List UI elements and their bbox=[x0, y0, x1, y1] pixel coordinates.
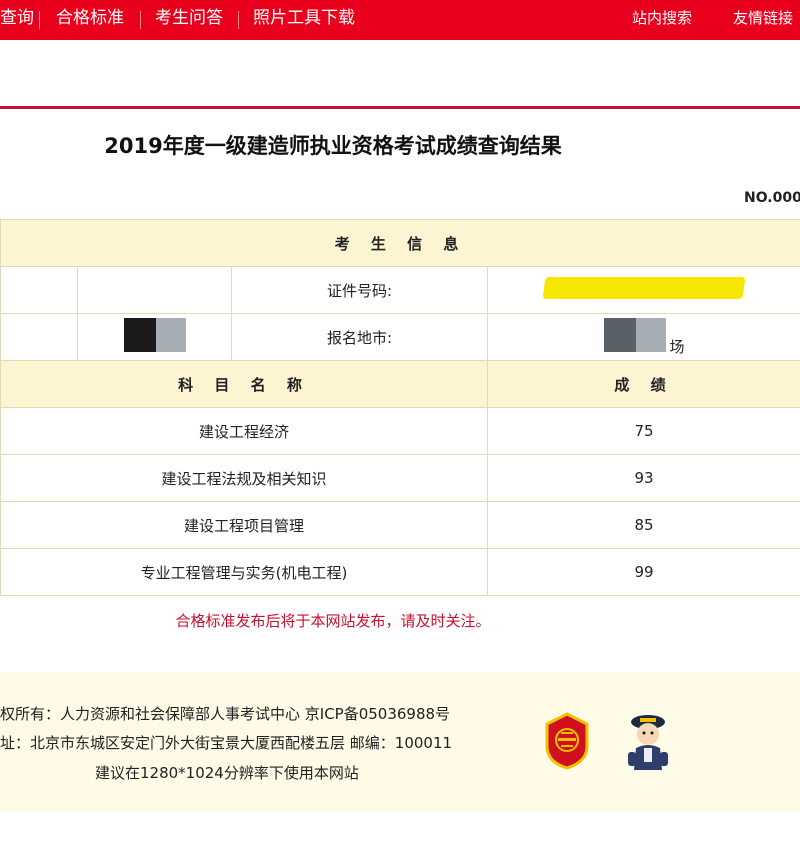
score-value: 93 bbox=[486, 454, 800, 502]
divider bbox=[0, 106, 800, 109]
police-icon[interactable] bbox=[622, 712, 674, 772]
score-value: 99 bbox=[486, 548, 800, 596]
redaction-mark bbox=[123, 318, 186, 352]
notice-text: 合格标准发布后将于本网站发布，请及时关注。 bbox=[175, 612, 491, 630]
redaction-mark bbox=[603, 317, 666, 352]
city-label: 报名地市: bbox=[231, 313, 488, 361]
nav-separator bbox=[39, 11, 40, 29]
subject-name: 建设工程法规及相关知识 bbox=[0, 454, 488, 502]
footer-copyright: 权所有：人力资源和社会保障部人事考试中心 京ICP备05036988号 bbox=[0, 705, 451, 723]
redacted-value bbox=[77, 266, 232, 314]
info-header-row: 考 生 信 息 bbox=[0, 219, 800, 267]
subject-name: 建设工程经济 bbox=[0, 407, 488, 455]
table-row: 建设工程项目管理 85 bbox=[0, 501, 800, 549]
emblem-icon[interactable] bbox=[543, 712, 591, 770]
city-value: 场 bbox=[486, 313, 800, 361]
table-row: 专业工程管理与实务(机电工程) 99 bbox=[0, 548, 800, 596]
blank-cell bbox=[0, 266, 78, 314]
score-value: 85 bbox=[486, 501, 800, 549]
subject-name: 建设工程项目管理 bbox=[0, 501, 488, 549]
page-title: 2019年度一级建造师执业资格考试成绩查询结果 bbox=[104, 134, 562, 158]
nav-item-site-search[interactable]: 站内搜索 bbox=[632, 0, 692, 40]
nav-item-query[interactable]: 查询 bbox=[0, 0, 34, 40]
banner-area bbox=[0, 40, 800, 106]
table-row: 建设工程法规及相关知识 93 bbox=[0, 454, 800, 502]
footer-address: 址：北京市东城区安定门外大街宝景大厦西配楼五层 邮编：100011 bbox=[0, 734, 453, 752]
table-row: 证件号码: bbox=[0, 266, 800, 314]
section-header: 考 生 信 息 bbox=[0, 219, 800, 267]
serial-number: NO.000 bbox=[744, 190, 800, 206]
table-row: 报名地市: 场 bbox=[0, 313, 800, 361]
footer-resolution: 建议在1280*1024分辨率下使用本网站 bbox=[95, 764, 359, 782]
nav-separator bbox=[140, 11, 141, 29]
score-header-row: 科 目 名 称 成 绩 bbox=[0, 360, 800, 408]
nav-item-standard[interactable]: 合格标准 bbox=[56, 0, 124, 40]
score-value: 75 bbox=[486, 407, 800, 455]
score-header: 成 绩 bbox=[486, 360, 800, 408]
table-row: 建设工程经济 75 bbox=[0, 407, 800, 455]
redaction-mark bbox=[542, 277, 746, 299]
subject-header: 科 目 名 称 bbox=[0, 360, 488, 408]
nav-item-photo-tool[interactable]: 照片工具下载 bbox=[253, 0, 355, 40]
nav-item-faq[interactable]: 考生问答 bbox=[155, 0, 223, 40]
id-number-label: 证件号码: bbox=[231, 266, 488, 314]
subject-name: 专业工程管理与实务(机电工程) bbox=[0, 548, 488, 596]
id-number-value bbox=[486, 266, 800, 314]
nav-item-links[interactable]: 友情链接 bbox=[733, 0, 793, 40]
blank-cell bbox=[0, 313, 78, 361]
nav-separator bbox=[238, 11, 239, 29]
city-suffix: 场 bbox=[669, 337, 685, 356]
result-table: 考 生 信 息 证件号码: 报名地市: 场 科 目 名 称 成 绩 建设工程经济… bbox=[0, 219, 800, 596]
top-nav: 查询 合格标准 考生问答 照片工具下载 站内搜索 友情链接 bbox=[0, 0, 800, 40]
redacted-value bbox=[77, 313, 232, 361]
